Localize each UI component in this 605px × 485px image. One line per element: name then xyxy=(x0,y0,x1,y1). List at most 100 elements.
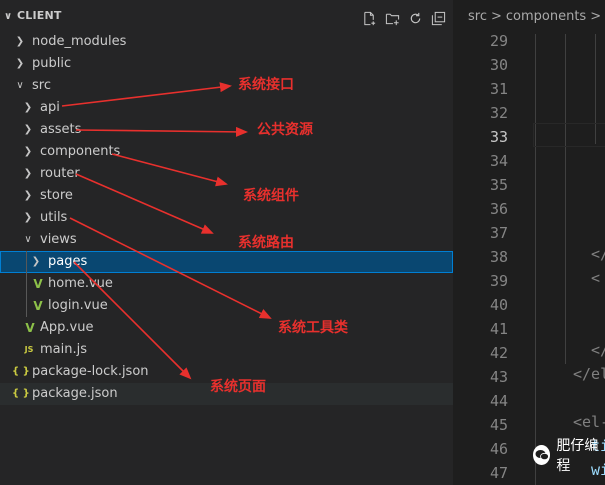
tree-item-label: views xyxy=(40,232,77,247)
chevron-right-icon: ❯ xyxy=(23,212,33,223)
line-number-gutter: 29 30 31 32 33 34 35 36 37 38 39 40 41 4… xyxy=(453,29,513,485)
tree-item-router[interactable]: ❯ router xyxy=(0,163,453,185)
tree-item-components[interactable]: ❯ components xyxy=(0,141,453,163)
line-number: 39 xyxy=(489,272,508,290)
line-number-active: 33 xyxy=(489,128,508,146)
json-file-icon: { } xyxy=(12,366,30,377)
tree-item-label: public xyxy=(32,56,72,71)
tree-item-label: package-lock.json xyxy=(32,364,149,379)
breadcrumb-item[interactable]: components xyxy=(506,9,586,24)
line-number: 30 xyxy=(489,56,508,74)
tree-item-src[interactable]: ∨ src xyxy=(0,75,453,97)
tree-item-views[interactable]: ∨ views xyxy=(0,229,453,251)
code-fragment: </ xyxy=(591,341,605,359)
line-number: 42 xyxy=(489,344,508,362)
indent-guide xyxy=(565,34,566,364)
line-number: 38 xyxy=(489,248,508,266)
chevron-right-icon: ❯ xyxy=(15,58,25,69)
explorer-panel: ∨ CLIENT ❯ node_modules ❯ public ∨ src ❯… xyxy=(0,0,453,485)
explorer-section-toggle[interactable]: ∨ CLIENT xyxy=(4,9,62,22)
tree-item-label: home.vue xyxy=(48,276,113,291)
tree-item-label: pages xyxy=(48,254,88,269)
annotation-utils: 系统工具类 xyxy=(278,320,348,336)
indent-guide xyxy=(26,295,27,317)
line-number: 44 xyxy=(489,392,508,410)
tree-item-label: store xyxy=(40,188,73,203)
breadcrumb-separator: > xyxy=(490,9,502,24)
code-fragment: <el- xyxy=(573,413,605,431)
chevron-right-icon: ❯ xyxy=(15,36,25,47)
chevron-right-icon: ❯ xyxy=(23,146,33,157)
breadcrumb-separator: > xyxy=(590,9,602,24)
annotation-api: 系统接口 xyxy=(238,77,294,93)
chevron-down-icon: ∨ xyxy=(16,80,24,91)
line-number: 46 xyxy=(489,440,508,458)
watermark: 肥仔编程 xyxy=(533,438,605,474)
vue-file-icon: V xyxy=(33,277,43,291)
line-number: 32 xyxy=(489,104,508,122)
annotation-router: 系统路由 xyxy=(238,235,294,251)
tree-item-node-modules[interactable]: ❯ node_modules xyxy=(0,31,453,53)
vue-file-icon: V xyxy=(25,321,35,335)
chevron-right-icon: ❯ xyxy=(31,256,41,267)
tree-item-label: main.js xyxy=(40,342,87,357)
tree-item-utils[interactable]: ❯ utils xyxy=(0,207,453,229)
tree-item-api[interactable]: ❯ api xyxy=(0,97,453,119)
tree-item-main-js[interactable]: JS main.js xyxy=(0,339,453,361)
chevron-right-icon: ❯ xyxy=(23,168,33,179)
chevron-right-icon: ❯ xyxy=(23,124,33,135)
line-number: 35 xyxy=(489,176,508,194)
tree-item-pages[interactable]: ❯ pages xyxy=(0,251,453,273)
line-number: 31 xyxy=(489,80,508,98)
tree-item-label: login.vue xyxy=(48,298,108,313)
tree-item-login-vue[interactable]: V login.vue xyxy=(0,295,453,317)
tree-item-home-vue[interactable]: V home.vue xyxy=(0,273,453,295)
line-number: 29 xyxy=(489,32,508,50)
refresh-icon[interactable] xyxy=(406,9,424,27)
tree-item-label: router xyxy=(40,166,80,181)
collapse-all-icon[interactable] xyxy=(429,9,447,27)
line-number: 41 xyxy=(489,320,508,338)
annotation-assets: 公共资源 xyxy=(257,122,313,138)
chevron-down-icon: ∨ xyxy=(24,234,32,245)
explorer-header: ∨ CLIENT xyxy=(0,6,453,32)
tree-item-label: App.vue xyxy=(40,320,94,335)
chevron-right-icon: ❯ xyxy=(23,190,33,201)
tree-item-label: api xyxy=(40,100,60,115)
tree-item-assets[interactable]: ❯ assets xyxy=(0,119,453,141)
line-number: 43 xyxy=(489,368,508,386)
tree-item-label: package.json xyxy=(32,386,118,401)
new-folder-icon[interactable] xyxy=(383,9,401,27)
annotation-views: 系统页面 xyxy=(210,379,266,395)
indent-guide xyxy=(535,34,536,485)
code-fragment: </el xyxy=(573,365,605,383)
tree-item-label: components xyxy=(40,144,121,159)
explorer-actions xyxy=(360,9,447,27)
tree-item-public[interactable]: ❯ public xyxy=(0,53,453,75)
tree-item-app-vue[interactable]: V App.vue xyxy=(0,317,453,339)
chevron-right-icon: ❯ xyxy=(23,102,33,113)
line-number: 34 xyxy=(489,152,508,170)
breadcrumb-item[interactable]: src xyxy=(468,9,487,24)
tree-item-label: utils xyxy=(40,210,68,225)
code-fragment: < xyxy=(591,269,601,287)
line-number: 40 xyxy=(489,296,508,314)
vue-file-icon: V xyxy=(33,299,43,313)
line-number: 47 xyxy=(489,464,508,482)
line-number: 36 xyxy=(489,200,508,218)
annotation-components: 系统组件 xyxy=(243,188,299,204)
tree-item-label: assets xyxy=(40,122,82,137)
editor-pane: src>components>V 29 30 31 32 33 34 35 36… xyxy=(453,0,605,485)
tree-item-label: node_modules xyxy=(32,34,127,49)
tree-item-store[interactable]: ❯ store xyxy=(0,185,453,207)
chevron-down-icon: ∨ xyxy=(4,11,13,22)
wechat-logo-icon xyxy=(533,445,551,465)
new-file-icon[interactable] xyxy=(360,9,378,27)
watermark-text: 肥仔编程 xyxy=(556,438,599,474)
indent-guide xyxy=(26,251,27,273)
explorer-title: CLIENT xyxy=(17,9,62,22)
line-number: 37 xyxy=(489,224,508,242)
indent-guide xyxy=(26,273,27,295)
file-tree: ❯ node_modules ❯ public ∨ src ❯ api ❯ as… xyxy=(0,31,453,405)
line-number: 45 xyxy=(489,416,508,434)
